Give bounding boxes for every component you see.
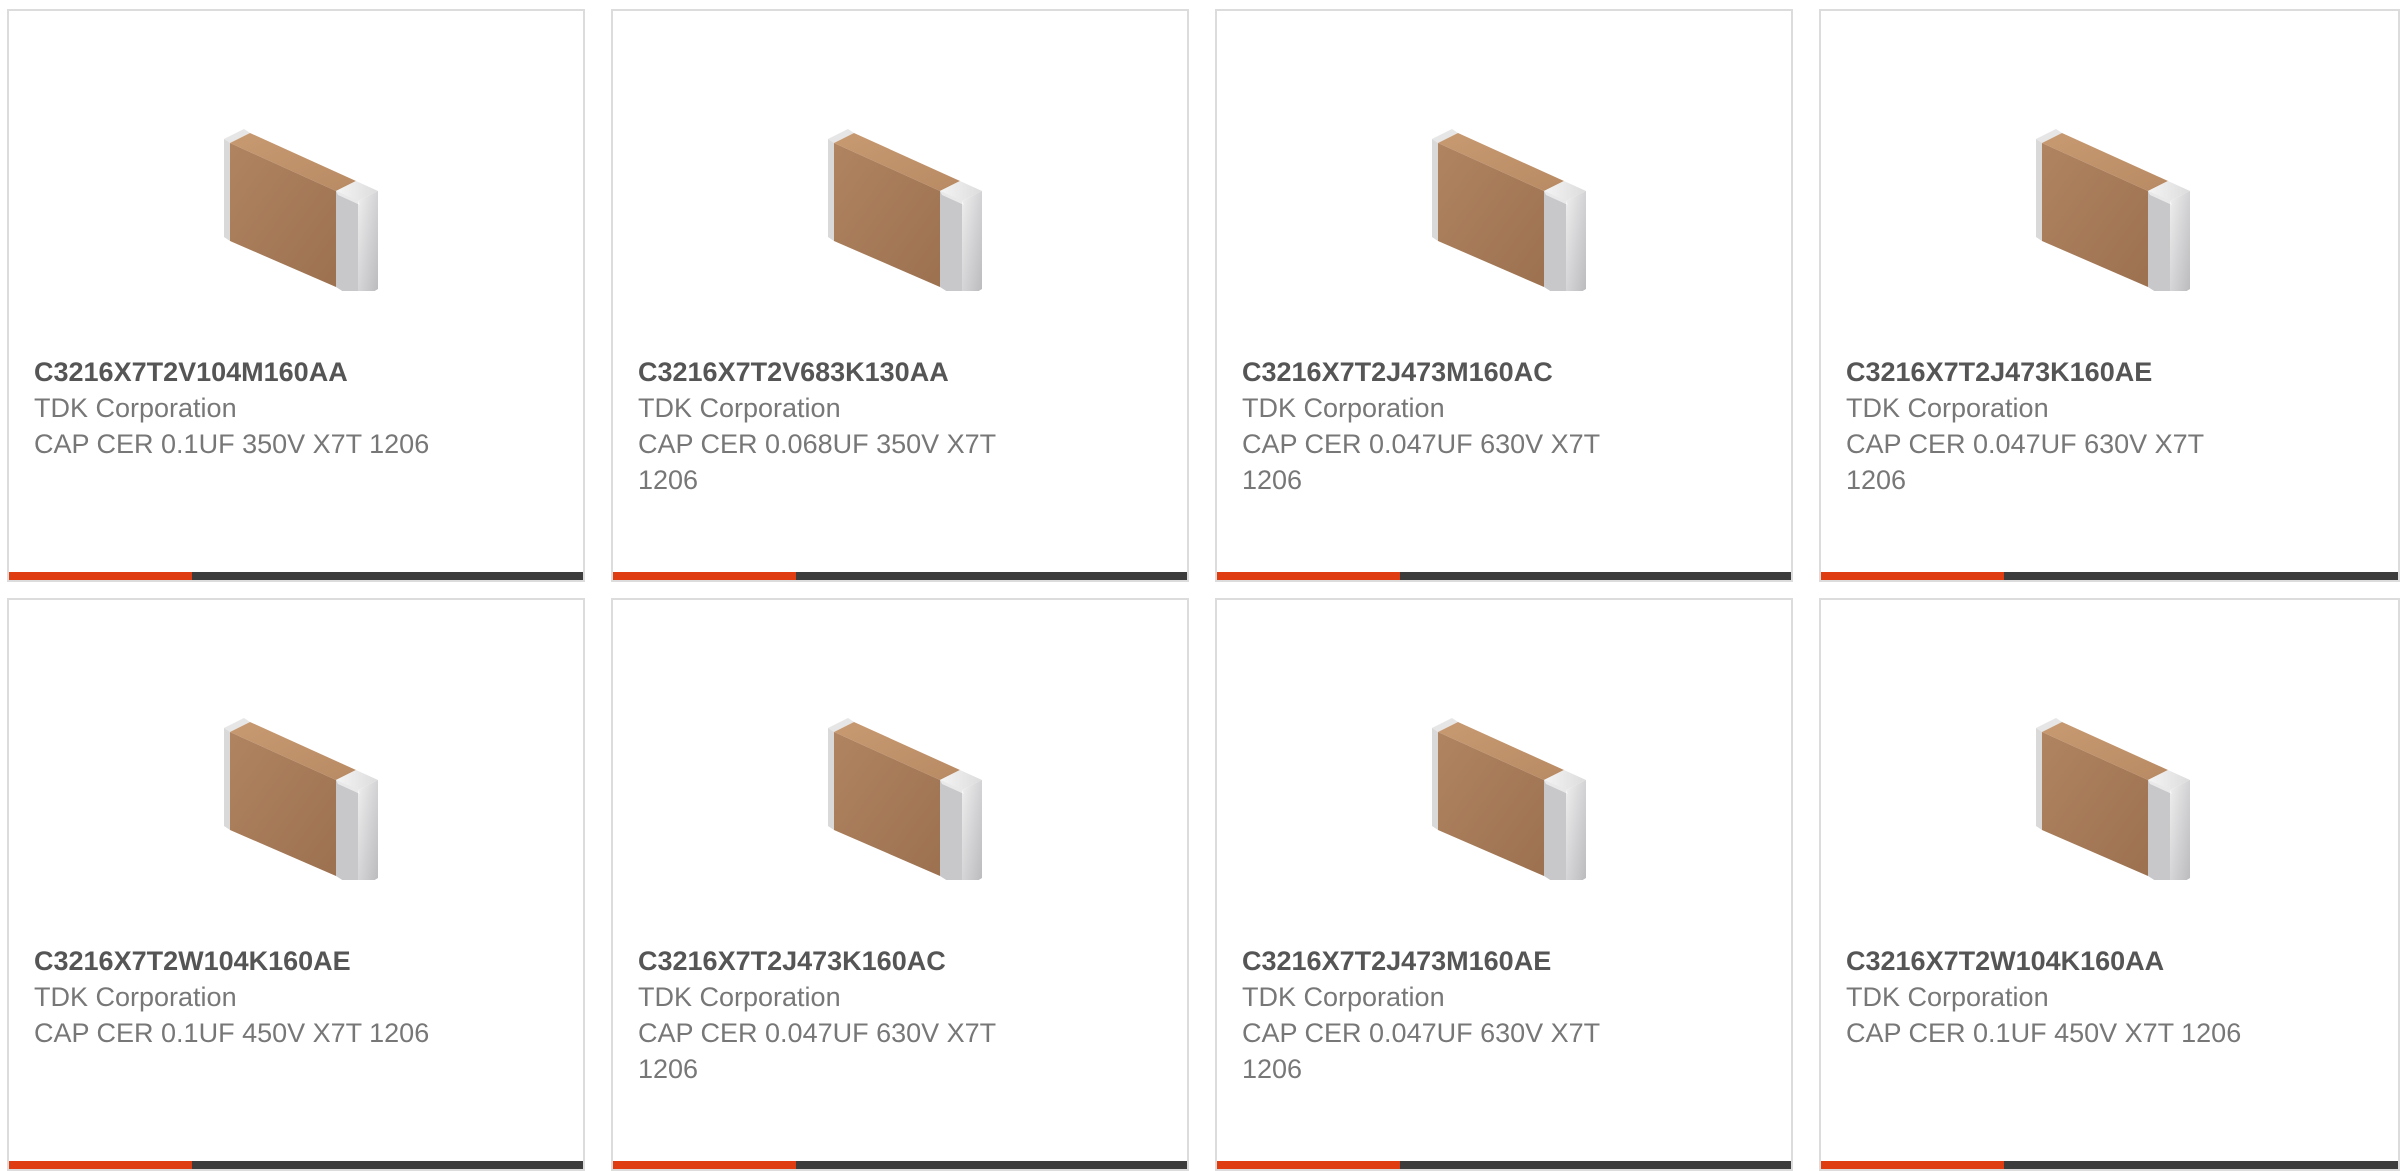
product-description-cont: 1206	[1242, 465, 1303, 495]
product-image[interactable]	[1821, 71, 2398, 311]
part-number-link[interactable]: C3216X7T2V104M160AA	[34, 354, 494, 390]
product-card[interactable]: C3216X7T2J473K160AE TDK Corporation CAP …	[1819, 9, 2400, 582]
product-card[interactable]: C3216X7T2J473K160AC TDK Corporation CAP …	[611, 598, 1189, 1171]
card-footer-bar	[1217, 572, 1791, 580]
ceramic-capacitor-chip-icon	[2036, 129, 2190, 291]
manufacturer-name: TDK Corporation	[1242, 393, 1445, 423]
card-accent-bar	[9, 1161, 192, 1169]
part-number-link[interactable]: C3216X7T2J473M160AC	[1242, 354, 1702, 390]
card-accent-bar	[9, 572, 192, 580]
part-number-link[interactable]: C3216X7T2V683K130AA	[638, 354, 1098, 390]
product-description: CAP CER 0.1UF 350V X7T 1206	[34, 429, 430, 459]
product-card[interactable]: C3216X7T2J473M160AE TDK Corporation CAP …	[1215, 598, 1793, 1171]
part-number-link[interactable]: C3216X7T2W104K160AA	[1846, 943, 2306, 979]
product-image[interactable]	[1217, 71, 1791, 311]
product-image[interactable]	[9, 71, 583, 311]
manufacturer-name: TDK Corporation	[34, 982, 237, 1012]
ceramic-capacitor-chip-icon	[1432, 718, 1586, 880]
manufacturer-name: TDK Corporation	[34, 393, 237, 423]
card-accent-bar	[613, 572, 796, 580]
product-description-cont: 1206	[638, 1054, 699, 1084]
card-footer-bar	[613, 572, 1187, 580]
product-image[interactable]	[613, 71, 1187, 311]
product-image[interactable]	[1217, 660, 1791, 900]
card-accent-bar	[613, 1161, 796, 1169]
product-description: CAP CER 0.1UF 450V X7T 1206	[1846, 1018, 2242, 1048]
ceramic-capacitor-chip-icon	[2036, 718, 2190, 880]
card-accent-bar	[1821, 1161, 2004, 1169]
product-description: CAP CER 0.1UF 450V X7T 1206	[34, 1018, 430, 1048]
product-card[interactable]: C3216X7T2V683K130AA TDK Corporation CAP …	[611, 9, 1189, 582]
card-accent-bar	[1821, 572, 2004, 580]
part-number-link[interactable]: C3216X7T2J473M160AE	[1242, 943, 1702, 979]
card-footer-bar	[9, 1161, 583, 1169]
product-image[interactable]	[613, 660, 1187, 900]
manufacturer-name: TDK Corporation	[1242, 982, 1445, 1012]
ceramic-capacitor-chip-icon	[828, 129, 982, 291]
part-number-link[interactable]: C3216X7T2W104K160AE	[34, 943, 494, 979]
product-grid: C3216X7T2V104M160AA TDK Corporation CAP …	[0, 0, 2400, 1171]
card-footer-bar	[1821, 572, 2398, 580]
part-number-link[interactable]: C3216X7T2J473K160AC	[638, 943, 1098, 979]
product-description: CAP CER 0.047UF 630V X7T	[1846, 429, 2205, 459]
product-description: CAP CER 0.047UF 630V X7T	[638, 1018, 997, 1048]
part-number-link[interactable]: C3216X7T2J473K160AE	[1846, 354, 2306, 390]
product-image[interactable]	[1821, 660, 2398, 900]
card-accent-bar	[1217, 572, 1400, 580]
product-description-cont: 1206	[1846, 465, 1907, 495]
card-footer-bar	[1217, 1161, 1791, 1169]
card-footer-bar	[1821, 1161, 2398, 1169]
card-accent-bar	[1217, 1161, 1400, 1169]
manufacturer-name: TDK Corporation	[638, 982, 841, 1012]
ceramic-capacitor-chip-icon	[224, 718, 378, 880]
manufacturer-name: TDK Corporation	[1846, 393, 2049, 423]
ceramic-capacitor-chip-icon	[224, 129, 378, 291]
ceramic-capacitor-chip-icon	[1432, 129, 1586, 291]
product-card[interactable]: C3216X7T2W104K160AE TDK Corporation CAP …	[7, 598, 585, 1171]
card-footer-bar	[613, 1161, 1187, 1169]
product-description: CAP CER 0.047UF 630V X7T	[1242, 1018, 1601, 1048]
product-card[interactable]: C3216X7T2J473M160AC TDK Corporation CAP …	[1215, 9, 1793, 582]
manufacturer-name: TDK Corporation	[638, 393, 841, 423]
product-description: CAP CER 0.068UF 350V X7T	[638, 429, 997, 459]
product-image[interactable]	[9, 660, 583, 900]
product-description: CAP CER 0.047UF 630V X7T	[1242, 429, 1601, 459]
product-description-cont: 1206	[638, 465, 699, 495]
card-footer-bar	[9, 572, 583, 580]
product-card[interactable]: C3216X7T2W104K160AA TDK Corporation CAP …	[1819, 598, 2400, 1171]
manufacturer-name: TDK Corporation	[1846, 982, 2049, 1012]
ceramic-capacitor-chip-icon	[828, 718, 982, 880]
product-description-cont: 1206	[1242, 1054, 1303, 1084]
product-card[interactable]: C3216X7T2V104M160AA TDK Corporation CAP …	[7, 9, 585, 582]
